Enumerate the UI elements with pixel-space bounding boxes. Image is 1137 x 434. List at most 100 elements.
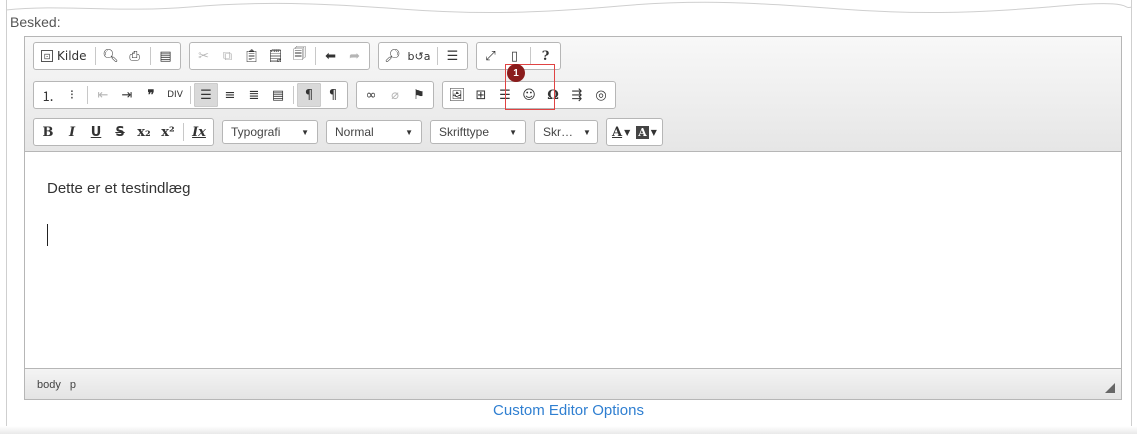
rtl-button[interactable]: ¶ [321, 83, 345, 107]
copy-icon: ⧉ [222, 48, 233, 64]
blockquote-button[interactable]: ❞ [139, 83, 163, 107]
element-path-p[interactable]: p [70, 379, 76, 391]
align-right-icon: ≣ [248, 87, 260, 103]
align-left-button[interactable]: ☰ [194, 83, 218, 107]
bulleted-list-button[interactable]: ⁝ [60, 83, 84, 107]
text-color-label: A [612, 124, 623, 140]
align-justify-button[interactable]: ▤ [266, 83, 290, 107]
table-icon: ⊞ [475, 87, 487, 103]
source-button[interactable]: ⊡ Kilde [36, 44, 92, 68]
select-all-button[interactable]: ☰ [441, 44, 465, 68]
print-button[interactable]: ⎙ [123, 44, 147, 68]
subscript-button[interactable]: x₂ [132, 120, 156, 144]
find-button[interactable]: 🔎︎ [381, 44, 405, 68]
undo-button[interactable]: ⬅ [319, 44, 343, 68]
chevron-down-icon: ▼ [301, 127, 309, 137]
annotation-badge: 1 [507, 64, 525, 82]
select-all-icon: ☰ [446, 48, 459, 64]
font-family-combo[interactable]: Skrifttype ▼ [430, 120, 526, 144]
indent-button[interactable]: ⇥ [115, 83, 139, 107]
templates-button[interactable]: ▤ [154, 44, 178, 68]
text-cursor [47, 224, 48, 246]
underline-button[interactable]: U [84, 120, 108, 144]
editor-content-area[interactable]: Dette er et testindlæg [25, 152, 1121, 369]
show-blocks-icon: ▯ [510, 48, 519, 64]
separator [529, 47, 531, 65]
unlink-button[interactable]: ⌀ [383, 83, 407, 107]
redo-button[interactable]: ➦ [343, 44, 367, 68]
templates-icon: ▤ [159, 48, 172, 64]
numbered-list-icon: ⒈ [41, 89, 55, 105]
replace-button[interactable]: b↺a [405, 44, 434, 68]
paste-button[interactable]: 📋︎ [240, 44, 264, 68]
toolbar-row-1: ⊡ Kilde 🔍︎ ⎙ ▤ ✂ ⧉ 📋︎ 🗒︎ 🗐︎ ⬅ ➦ 🔎︎ b↺a ☰… [33, 42, 569, 70]
image-button[interactable]: 🖼︎ [445, 83, 469, 107]
paste-word-button[interactable]: 🗐︎ [288, 44, 312, 68]
custom-editor-options-link[interactable]: Custom Editor Options [0, 402, 1137, 419]
bg-color-button[interactable]: A ▼ [633, 120, 660, 144]
link-button[interactable]: ∞ [359, 83, 383, 107]
ltr-icon: ¶ [304, 87, 314, 103]
font-family-value: Skrifttype [439, 125, 490, 139]
toolbar-row-3: B I U S x₂ x² Ix Typografi ▼ Normal ▼ Sk… [33, 118, 671, 146]
preview-icon: 🔍︎ [102, 48, 119, 64]
bulleted-list-icon: ⁝ [69, 87, 75, 103]
page-break-button[interactable]: ⇶ [565, 83, 589, 107]
field-label: Besked: [10, 14, 61, 30]
align-center-icon: ≡ [224, 87, 236, 103]
table-button[interactable]: ⊞ [469, 83, 493, 107]
strikethrough-button[interactable]: S [108, 120, 132, 144]
numbered-list-button[interactable]: ⒈ [36, 83, 60, 107]
cut-button[interactable]: ✂ [192, 44, 216, 68]
remove-format-button[interactable]: Ix [187, 120, 211, 144]
iframe-button[interactable]: ◎ [589, 83, 613, 107]
element-path-body[interactable]: body [37, 379, 61, 391]
copy-button[interactable]: ⧉ [216, 44, 240, 68]
align-center-button[interactable]: ≡ [218, 83, 242, 107]
undo-icon: ⬅ [325, 48, 336, 64]
ltr-button[interactable]: ¶ [297, 83, 321, 107]
align-right-button[interactable]: ≣ [242, 83, 266, 107]
unlink-icon: ⌀ [391, 87, 399, 103]
separator [149, 47, 151, 65]
anchor-button[interactable]: ⚑ [407, 83, 431, 107]
separator [436, 47, 438, 65]
bg-color-label: A [636, 125, 649, 139]
paragraph-format-combo[interactable]: Normal ▼ [326, 120, 422, 144]
link-icon: ∞ [365, 87, 377, 103]
toolbar-group-find: 🔎︎ b↺a ☰ [377, 42, 468, 70]
content-paragraph: Dette er et testindlæg [47, 180, 191, 197]
text-color-button[interactable]: A ▼ [609, 120, 633, 144]
print-icon: ⎙ [129, 48, 140, 64]
source-label: Kilde [57, 49, 87, 63]
toolbar-group-paragraph: ⒈ ⁝ ⇤ ⇥ ❞ DIV ☰ ≡ ≣ ▤ ¶ ¶ [33, 81, 348, 109]
page-break-icon: ⇶ [571, 87, 583, 103]
toolbar-group-document: ⊡ Kilde 🔍︎ ⎙ ▤ [33, 42, 181, 70]
toolbar-group-links: ∞ ⌀ ⚑ [356, 81, 434, 109]
chevron-down-icon: ▼ [583, 127, 591, 137]
resize-handle-icon[interactable] [1105, 383, 1115, 393]
separator [314, 47, 316, 65]
rich-text-editor[interactable]: ⊡ Kilde 🔍︎ ⎙ ▤ ✂ ⧉ 📋︎ 🗒︎ 🗐︎ ⬅ ➦ 🔎︎ b↺a ☰… [24, 36, 1122, 400]
flag-icon: ⚑ [413, 87, 425, 103]
paste-text-icon: 🗒︎ [267, 48, 284, 64]
separator [87, 86, 88, 104]
separator [190, 86, 191, 104]
toolbar-group-colors: A ▼ A ▼ [606, 118, 663, 146]
preview-button[interactable]: 🔍︎ [99, 44, 123, 68]
bold-button[interactable]: B [36, 120, 60, 144]
font-size-combo[interactable]: Skr… ▼ [534, 120, 598, 144]
redo-icon: ➦ [349, 48, 360, 64]
paste-word-icon: 🗐︎ [293, 47, 307, 62]
italic-button[interactable]: I [60, 120, 84, 144]
source-icon: ⊡ [41, 50, 53, 62]
outdent-button[interactable]: ⇤ [91, 83, 115, 107]
superscript-button[interactable]: x² [156, 120, 180, 144]
cut-icon: ✂ [198, 48, 209, 64]
custom-editor-options-label: Custom Editor Options [493, 402, 644, 419]
paste-text-button[interactable]: 🗒︎ [264, 44, 288, 68]
maximize-button[interactable]: ⤢ [479, 44, 503, 68]
chevron-down-icon: ▼ [405, 127, 413, 137]
div-container-button[interactable]: DIV [163, 83, 187, 107]
format-styles-combo[interactable]: Typografi ▼ [222, 120, 318, 144]
